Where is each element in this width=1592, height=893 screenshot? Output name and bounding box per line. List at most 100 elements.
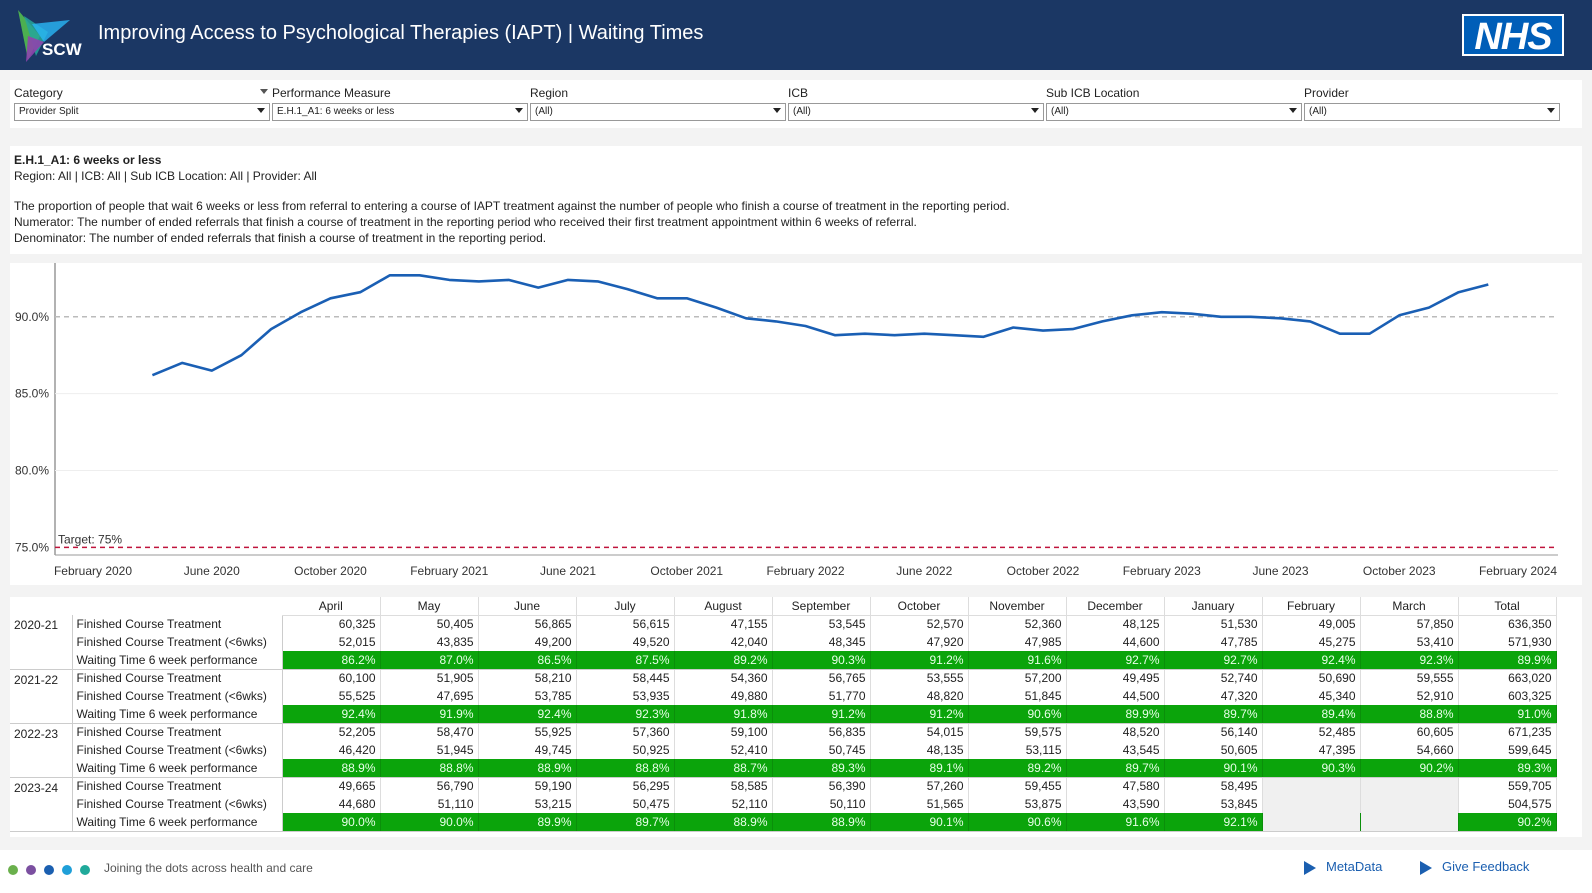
performance-measure-dropdown[interactable]: E.H.1_A1: 6 weeks or less	[272, 103, 528, 121]
value-cell: 89.9%	[1066, 705, 1165, 724]
value-cell: 55,525	[282, 687, 381, 705]
value-cell: 91.9%	[380, 705, 479, 724]
page-title: Improving Access to Psychological Therap…	[98, 22, 704, 44]
value-cell: 57,360	[576, 723, 675, 741]
table-row: Finished Course Treatment (<6wks) 55,525 4…	[10, 687, 1557, 705]
provider-dropdown[interactable]: (All)	[1304, 103, 1560, 121]
dropdown-value: (All)	[793, 106, 811, 117]
value-cell: 44,500	[1066, 687, 1165, 705]
value-cell: 43,545	[1066, 741, 1165, 759]
value-cell: 88.7%	[674, 759, 773, 778]
value-cell: 52,410	[674, 741, 773, 759]
column-header: March	[1360, 597, 1459, 616]
column-header: Total	[1458, 597, 1557, 616]
chevron-down-icon[interactable]	[260, 89, 268, 94]
footer: Joining the dots across health and care …	[0, 850, 1592, 893]
play-icon	[1420, 860, 1432, 875]
value-cell: 91.2%	[772, 705, 871, 724]
value-cell: 50,605	[1164, 741, 1263, 759]
fiscal-year-cell: 2023-24	[10, 777, 73, 832]
filter-region: Region (All)	[530, 86, 786, 121]
chevron-down-icon	[257, 108, 265, 113]
category-dropdown[interactable]: Provider Split	[14, 103, 270, 121]
measure-cell: Waiting Time 6 week performance	[72, 651, 283, 670]
value-cell: 89.1%	[870, 759, 969, 778]
value-cell: 47,985	[968, 633, 1067, 651]
value-cell: 43,590	[1066, 795, 1165, 813]
value-cell: 90.6%	[968, 813, 1067, 832]
value-cell: 54,015	[870, 723, 969, 741]
value-cell: 47,580	[1066, 777, 1165, 795]
header-spacer	[10, 597, 282, 615]
value-cell: 49,495	[1066, 669, 1165, 687]
value-cell: 89.2%	[674, 651, 773, 670]
dropdown-value: E.H.1_A1: 6 weeks or less	[277, 106, 395, 117]
value-cell: 44,680	[282, 795, 381, 813]
value-cell: 58,495	[1164, 777, 1263, 795]
value-cell: 59,100	[674, 723, 773, 741]
value-cell: 56,865	[478, 615, 577, 633]
value-cell: 58,445	[576, 669, 675, 687]
value-cell: 90.1%	[1164, 759, 1263, 778]
value-cell: 47,785	[1164, 633, 1263, 651]
value-cell: 49,520	[576, 633, 675, 651]
measure-cell: Finished Course Treatment (<6wks)	[72, 633, 283, 651]
metadata-link[interactable]: MetaData	[1304, 859, 1382, 875]
value-cell	[1360, 795, 1459, 813]
value-cell: 53,215	[478, 795, 577, 813]
value-cell: 89.7%	[1164, 705, 1263, 724]
value-cell: 571,930	[1458, 633, 1557, 651]
value-cell: 52,205	[282, 723, 381, 741]
value-cell: 49,745	[478, 741, 577, 759]
give-feedback-link[interactable]: Give Feedback	[1420, 859, 1529, 875]
table-row: Waiting Time 6 week performance 90.0% 90.0…	[10, 813, 1557, 832]
table-row: 2022-23 Finished Course Treatment 52,205 58…	[10, 723, 1557, 778]
value-cell: 48,820	[870, 687, 969, 705]
value-cell: 92.3%	[1360, 651, 1459, 670]
y-tick-label: 90.0%	[15, 310, 49, 324]
table-row: 2021-22 Finished Course Treatment 60,100 51…	[10, 669, 1557, 724]
value-cell: 92.7%	[1164, 651, 1263, 670]
region-dropdown[interactable]: (All)	[530, 103, 786, 121]
value-cell: 89.3%	[772, 759, 871, 778]
column-header: June	[478, 597, 577, 616]
dropdown-value: (All)	[1309, 106, 1327, 117]
value-cell: 92.4%	[282, 705, 381, 724]
value-cell: 47,920	[870, 633, 969, 651]
measure-cell: Finished Course Treatment	[72, 669, 283, 687]
value-cell: 92.7%	[1066, 651, 1165, 670]
value-cell: 88.9%	[478, 759, 577, 778]
sub-icb-location-dropdown[interactable]: (All)	[1046, 103, 1302, 121]
icb-dropdown[interactable]: (All)	[788, 103, 1044, 121]
value-cell: 45,275	[1262, 633, 1361, 651]
filter-label: Performance Measure	[272, 86, 391, 100]
filter-label: Provider	[1304, 86, 1349, 100]
table-row: 2023-24 Finished Course Treatment 49,665 56…	[10, 777, 1557, 832]
value-cell: 58,470	[380, 723, 479, 741]
value-cell: 91.6%	[968, 651, 1067, 670]
value-cell: 92.4%	[478, 705, 577, 724]
chevron-down-icon	[773, 108, 781, 113]
table-row: 2020-21 Finished Course Treatment 60,325 50…	[10, 615, 1557, 670]
footer-dot	[26, 865, 36, 875]
value-cell: 51,770	[772, 687, 871, 705]
line-chart: 75.0% 80.0% 85.0% 90.0% Target: 75% February …	[10, 263, 1582, 585]
value-cell: 43,835	[380, 633, 479, 651]
value-cell: 504,575	[1458, 795, 1557, 813]
column-header: February	[1262, 597, 1361, 616]
value-cell: 50,690	[1262, 669, 1361, 687]
value-cell: 87.5%	[576, 651, 675, 670]
value-cell: 87.0%	[380, 651, 479, 670]
value-cell: 53,935	[576, 687, 675, 705]
chevron-down-icon	[515, 108, 523, 113]
value-cell: 51,945	[380, 741, 479, 759]
value-cell: 45,340	[1262, 687, 1361, 705]
selection-summary: Region: All | ICB: All | Sub ICB Locatio…	[14, 169, 317, 183]
measure-description: E.H.1_A1: 6 weeks or less Region: All | …	[10, 146, 1582, 254]
value-cell: 91.0%	[1458, 705, 1557, 724]
x-tick-label: June 2023	[1252, 564, 1308, 578]
value-cell: 53,545	[772, 615, 871, 633]
value-cell: 56,835	[772, 723, 871, 741]
value-cell	[1360, 777, 1459, 795]
value-cell: 91.2%	[870, 705, 969, 724]
